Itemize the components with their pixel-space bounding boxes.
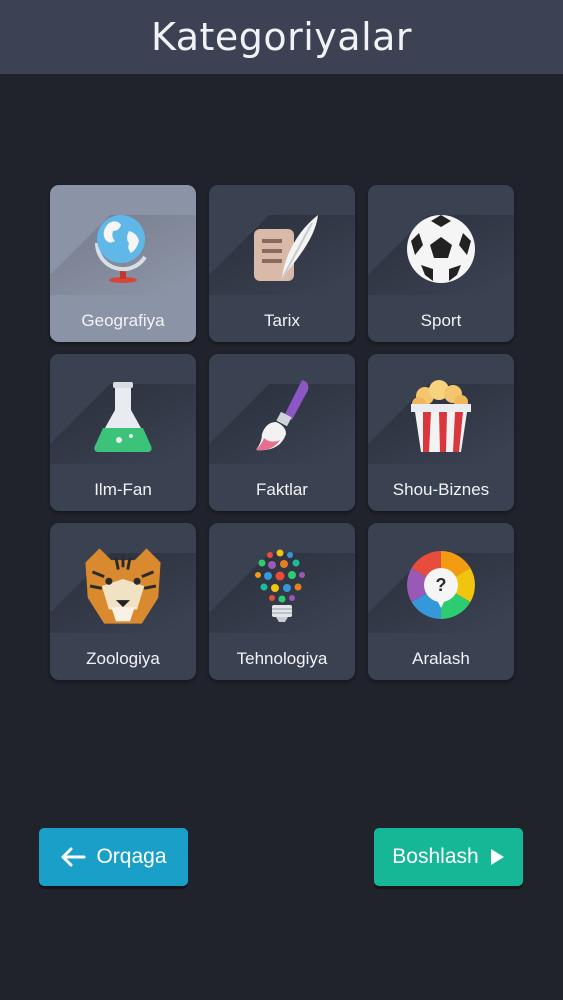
category-label: Tehnologiya — [236, 649, 328, 668]
header-bar: Kategoriyalar — [0, 0, 563, 74]
category-tile-faktlar[interactable]: Faktlar — [209, 354, 355, 511]
category-tile-ilm-fan[interactable]: Ilm-Fan — [50, 354, 196, 511]
quill-scroll-icon — [254, 215, 318, 281]
back-button[interactable]: Orqaga — [39, 828, 188, 886]
popcorn-icon — [411, 380, 471, 452]
globe-icon — [94, 215, 147, 283]
start-button[interactable]: Boshlash — [374, 828, 523, 886]
question-wheel-icon: ? — [407, 551, 475, 619]
category-tile-shou-biznes[interactable]: Shou-Biznes — [368, 354, 514, 511]
category-tile-aralash[interactable]: ? Aralash — [368, 523, 514, 680]
category-label: Sport — [420, 311, 462, 330]
category-tile-sport[interactable]: Sport — [368, 185, 514, 342]
category-label: Aralash — [412, 649, 470, 668]
category-label: Zoologiya — [86, 649, 160, 668]
category-tile-tarix[interactable]: Tarix — [209, 185, 355, 342]
soccer-ball-icon — [407, 215, 475, 283]
paintbrush-icon — [256, 380, 309, 451]
category-tile-zoologiya[interactable]: Zoologiya — [50, 523, 196, 680]
start-button-label: Boshlash — [392, 845, 479, 868]
svg-text:?: ? — [436, 575, 447, 595]
category-tile-tehnologiya[interactable]: Tehnologiya — [209, 523, 355, 680]
category-label: Ilm-Fan — [94, 480, 152, 499]
arrow-left-icon — [61, 847, 86, 867]
category-label: Faktlar — [256, 480, 308, 499]
play-icon — [490, 849, 504, 865]
category-label: Tarix — [264, 311, 300, 330]
category-label: Geografiya — [81, 311, 165, 330]
flask-icon — [94, 382, 152, 452]
category-tile-geografiya[interactable]: Geografiya — [50, 185, 196, 342]
back-button-label: Orqaga — [96, 845, 167, 868]
page-title: Kategoriyalar — [150, 15, 413, 59]
category-grid: Geografiya Tarix Sport Ilm-Fan Faktlar S… — [50, 185, 514, 680]
tiger-icon — [85, 548, 161, 624]
category-label: Shou-Biznes — [392, 480, 490, 499]
lightbulb-icon — [255, 549, 305, 622]
